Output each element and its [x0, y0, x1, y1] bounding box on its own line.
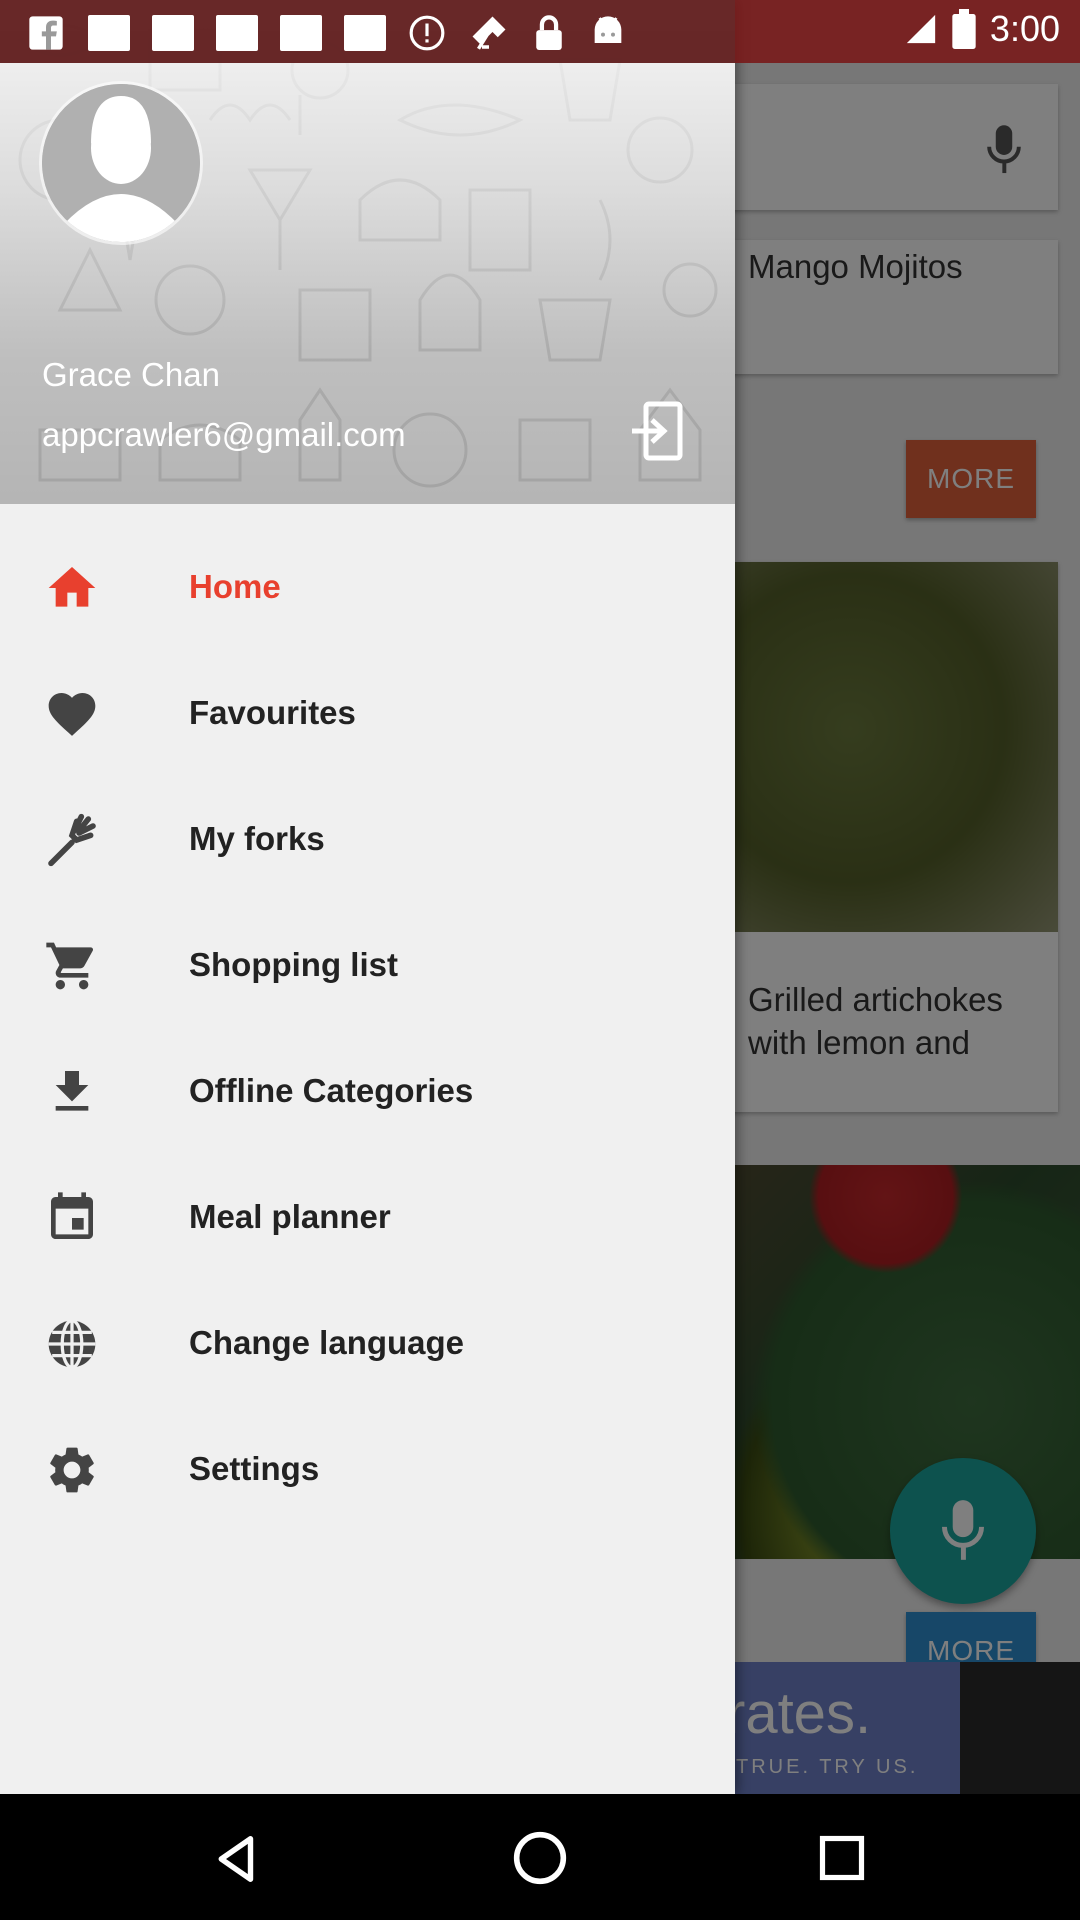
person-icon	[42, 84, 200, 242]
gear-icon	[44, 1442, 100, 1498]
navigation-bar	[0, 1794, 1080, 1920]
menu-item-change-language[interactable]: Change language	[0, 1280, 735, 1406]
menu-item-label: Change language	[189, 1324, 465, 1361]
home-icon	[44, 560, 100, 616]
notification-icon	[88, 15, 130, 51]
facebook-icon	[29, 16, 63, 50]
menu-item-label: Favourites	[189, 694, 356, 731]
menu-item-label: My forks	[189, 820, 325, 857]
drawer-header: Grace Chan appcrawler6@gmail.com	[0, 0, 735, 504]
alert-icon	[409, 15, 445, 51]
lock-icon	[536, 15, 562, 50]
menu-item-label: Meal planner	[189, 1198, 391, 1235]
menu-item-label: Shopping list	[189, 946, 398, 983]
navigation-drawer: Grace Chan appcrawler6@gmail.com Home Fa…	[0, 0, 735, 1794]
menu-item-offline-categories[interactable]: Offline Categories	[0, 1028, 735, 1154]
cart-icon	[44, 938, 100, 994]
logout-icon	[632, 401, 683, 461]
menu-item-label: Home	[189, 568, 281, 605]
menu-item-favourites[interactable]: Favourites	[0, 650, 735, 776]
satellite-icon	[472, 16, 506, 50]
recents-icon[interactable]	[816, 1832, 868, 1884]
drawer-menu: Home Favourites My forks Shopping list O…	[0, 524, 735, 1532]
menu-item-my-forks[interactable]: My forks	[0, 776, 735, 902]
menu-item-label: Offline Categories	[189, 1072, 474, 1109]
notification-icon	[216, 15, 258, 51]
menu-item-meal-planner[interactable]: Meal planner	[0, 1154, 735, 1280]
status-time: 3:00	[989, 8, 1060, 49]
user-name: Grace Chan	[42, 356, 220, 393]
download-icon	[44, 1064, 100, 1120]
android-icon	[594, 16, 622, 43]
menu-item-home[interactable]: Home	[0, 524, 735, 650]
notification-icon	[344, 15, 386, 51]
fork-icon	[44, 812, 100, 868]
heart-icon	[44, 686, 100, 742]
menu-item-label: Settings	[189, 1450, 320, 1487]
logout-button[interactable]	[628, 400, 686, 462]
back-icon[interactable]	[210, 1832, 264, 1886]
notification-icon	[152, 15, 194, 51]
globe-icon	[44, 1316, 100, 1372]
user-email: appcrawler6@gmail.com	[42, 416, 406, 453]
calendar-icon	[44, 1190, 100, 1246]
avatar[interactable]	[42, 84, 200, 242]
battery-icon	[952, 9, 976, 49]
notification-icon	[280, 15, 322, 51]
menu-item-shopping-list[interactable]: Shopping list	[0, 902, 735, 1028]
signal-icon	[906, 14, 936, 44]
menu-item-settings[interactable]: Settings	[0, 1406, 735, 1532]
status-bar: 3:00	[0, 0, 1080, 63]
home-nav-icon[interactable]	[512, 1830, 568, 1886]
notification-icons	[26, 12, 628, 54]
